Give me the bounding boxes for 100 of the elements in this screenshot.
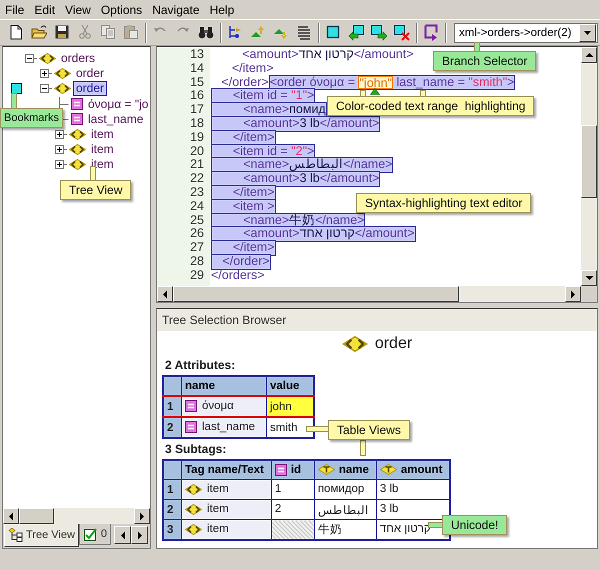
- tag-text: </orders>: [211, 268, 265, 283]
- attribute-value: "2": [291, 144, 308, 158]
- tag-text: last_name =: [395, 76, 466, 90]
- attribute-value: "john": [358, 76, 393, 90]
- column-header[interactable]: amount: [376, 460, 450, 480]
- tree-item[interactable]: item: [88, 142, 117, 158]
- menu-item[interactable]: File: [0, 2, 30, 16]
- table-cell: john: [266, 396, 314, 417]
- tag-text: </amount>: [320, 116, 380, 131]
- attribute-value: "smith": [468, 76, 508, 90]
- table-cell: last_name: [182, 417, 266, 438]
- callout: Tree View: [60, 180, 132, 200]
- line-number: 29: [189, 268, 204, 283]
- section-heading: 2 Attributes:: [164, 357, 236, 374]
- line-number: 19: [189, 130, 204, 145]
- text-content: 3 lb: [300, 116, 320, 131]
- attribute-value: "1": [291, 89, 308, 104]
- line-number: 14: [189, 62, 204, 76]
- table-cell: όνομα: [182, 396, 266, 417]
- tree-item[interactable]: order: [73, 66, 108, 82]
- table-cell: item: [182, 480, 272, 500]
- tag-text: </amount>: [354, 227, 415, 242]
- tree-item[interactable]: last_name: [85, 112, 146, 127]
- column-header[interactable]: name: [182, 376, 266, 396]
- tag-text: <item >: [232, 200, 275, 214]
- callout: Syntax-highlighting text editor: [356, 193, 532, 213]
- tree-item[interactable]: item: [88, 127, 117, 142]
- tag-text: <name>: [242, 214, 290, 228]
- column-header[interactable]: name: [314, 460, 376, 480]
- line-number: 28: [189, 254, 204, 269]
- tag-text: <amount>: [241, 48, 299, 62]
- row-number: 1: [163, 396, 182, 417]
- tag-text: </item>: [232, 241, 275, 255]
- table-cell: item: [182, 520, 272, 540]
- tab[interactable]: 0: [78, 524, 112, 545]
- node-name: order: [374, 335, 412, 353]
- text-content: קרטון אחד: [298, 48, 354, 62]
- tag-text: </item>: [230, 62, 274, 76]
- panel-title: Tree Selection Browser: [157, 309, 597, 331]
- tree-item[interactable]: order: [73, 81, 108, 96]
- line-number: 20: [189, 144, 204, 158]
- tag-text: <name>: [242, 103, 290, 117]
- line-number: 26: [189, 227, 204, 242]
- line-number: 23: [189, 186, 204, 200]
- menu-item[interactable]: Edit: [29, 2, 60, 16]
- tab[interactable]: Tree View: [4, 524, 79, 547]
- callout: Color-coded text range highlighting: [327, 96, 534, 116]
- line-number: 18: [189, 116, 204, 131]
- tag-text: >: [307, 144, 314, 158]
- line-number: 16: [189, 89, 204, 104]
- tag-text: <item id =: [232, 89, 289, 104]
- section-heading: 3 Subtags:: [164, 441, 228, 458]
- tag-text: </amount>: [354, 48, 414, 62]
- menu-item[interactable]: Help: [204, 2, 240, 16]
- callout: Branch Selector: [433, 51, 536, 71]
- table-cell: 1: [271, 480, 314, 500]
- line-number: 24: [189, 200, 204, 214]
- table-cell: помидор: [314, 480, 376, 500]
- line-number: 22: [189, 172, 204, 186]
- tag-text: </name>: [343, 158, 392, 172]
- menu-item[interactable]: View: [60, 2, 96, 16]
- column-header[interactable]: id: [271, 460, 314, 480]
- tree-item[interactable]: orders: [58, 51, 98, 66]
- tag-text: </item>: [232, 186, 275, 200]
- text-content: קרטון אחד: [300, 227, 355, 242]
- tag-text: >: [507, 76, 514, 90]
- row-number: 3: [163, 520, 182, 540]
- text-content: 牛奶: [289, 214, 316, 228]
- row-number: 2: [163, 417, 182, 438]
- menu-item[interactable]: Options: [96, 2, 148, 16]
- tag-text: >: [307, 89, 314, 104]
- menu-item[interactable]: Navigate: [147, 2, 205, 16]
- table-cell: item: [182, 500, 272, 520]
- branch-selector[interactable]: xml->orders->order(2): [454, 22, 598, 42]
- tag-text: <order όνομα =: [270, 76, 356, 90]
- tag-text: </name>: [315, 214, 364, 228]
- line-number: 15: [189, 76, 204, 90]
- line-number: 13: [189, 48, 204, 62]
- line-number: 25: [189, 214, 204, 228]
- column-header[interactable]: value: [266, 376, 314, 396]
- table-cell: البطاطس: [314, 500, 376, 520]
- column-header[interactable]: Tag name/Text: [182, 460, 272, 480]
- tag-text: </order>: [221, 254, 270, 269]
- tag-text: <amount>: [242, 172, 300, 186]
- callout: Unicode!: [442, 515, 508, 535]
- tag-text: <item id =: [232, 144, 289, 158]
- callout: Bookmarks: [0, 108, 64, 128]
- tag-text: <amount>: [242, 227, 300, 242]
- line-number: 21: [189, 158, 204, 172]
- text-content: 3 lb: [300, 172, 320, 186]
- tag-text: <name>: [242, 158, 290, 172]
- tag-text: <amount>: [242, 116, 300, 131]
- line-number: 27: [189, 241, 204, 255]
- callout: Table Views: [328, 420, 410, 440]
- row-number: 1: [163, 480, 182, 500]
- tree-item[interactable]: όνομα = "jo: [85, 96, 152, 112]
- tag-text: </item>: [232, 130, 275, 145]
- line-number: 17: [189, 103, 204, 117]
- tag-text: </amount>: [320, 172, 380, 186]
- row-number: 2: [163, 500, 182, 520]
